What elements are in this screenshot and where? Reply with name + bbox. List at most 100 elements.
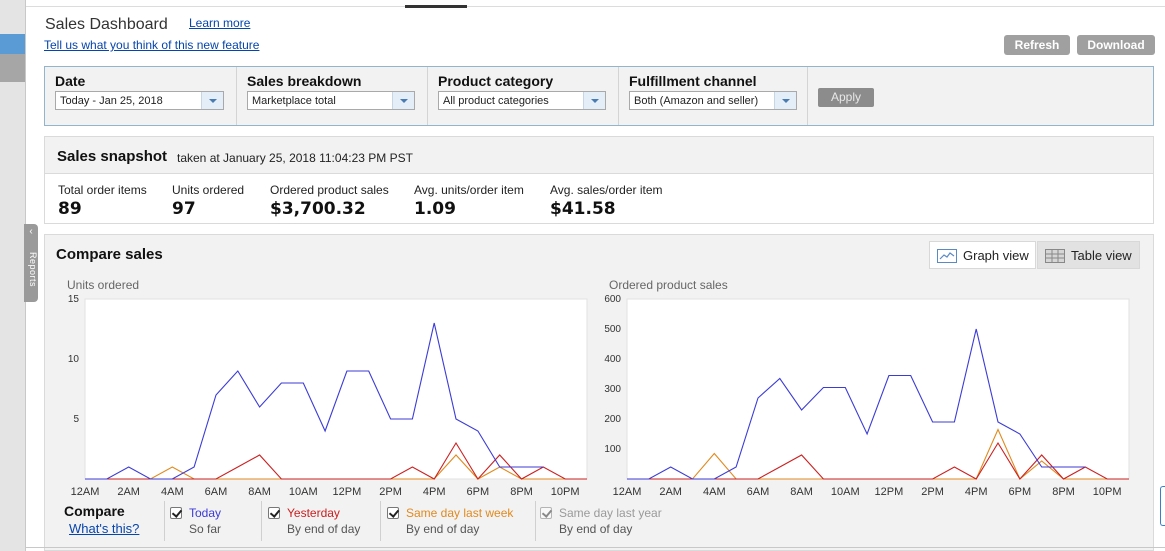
y-tick-label: 600 bbox=[604, 294, 621, 305]
y-tick-label: 100 bbox=[604, 444, 621, 455]
compare-divider bbox=[535, 501, 536, 541]
compare-series-sub: By end of day bbox=[559, 522, 633, 536]
x-tick-label: 8AM bbox=[248, 486, 271, 498]
rail-nav-item-active[interactable] bbox=[0, 34, 25, 54]
metric-avg-sales-per-order-item: Avg. sales/order item $41.58 bbox=[550, 183, 663, 219]
snapshot-title: Sales snapshot bbox=[57, 148, 168, 165]
snapshot-header: Sales snapshot taken at January 25, 2018… bbox=[45, 137, 1153, 174]
last-year-checkbox[interactable] bbox=[540, 507, 552, 519]
compare-divider bbox=[164, 501, 165, 541]
y-tick-label: 5 bbox=[73, 414, 79, 425]
feedback-side-tab[interactable] bbox=[1160, 486, 1165, 526]
compare-series-name: Same day last year bbox=[559, 506, 662, 520]
bottom-divider bbox=[26, 547, 1165, 548]
x-tick-label: 4AM bbox=[161, 486, 184, 498]
compare-series-name: Today bbox=[189, 506, 222, 520]
x-tick-label: 8PM bbox=[1052, 486, 1075, 498]
chart-title: Units ordered bbox=[67, 278, 139, 292]
select-value: Marketplace total bbox=[252, 95, 336, 107]
metric-total-order-items: Total order items 89 bbox=[58, 183, 147, 219]
filter-label: Date bbox=[55, 73, 86, 89]
x-tick-label: 12AM bbox=[71, 486, 100, 498]
reports-tab[interactable]: ‹ Reports bbox=[24, 224, 38, 302]
metric-label: Units ordered bbox=[172, 183, 245, 197]
metric-value: $41.58 bbox=[550, 199, 616, 219]
compare-series-sub: So far bbox=[189, 522, 222, 536]
chevron-down-icon[interactable] bbox=[201, 92, 223, 109]
metric-value: 97 bbox=[172, 199, 196, 219]
x-tick-label: 10PM bbox=[551, 486, 580, 498]
x-tick-label: 12PM bbox=[875, 486, 904, 498]
whats-this-link[interactable]: What's this? bbox=[69, 521, 139, 536]
x-tick-label: 10PM bbox=[1093, 486, 1122, 498]
fulfillment-channel-select[interactable]: Both (Amazon and seller) bbox=[629, 91, 797, 110]
plot-area bbox=[626, 298, 1130, 480]
feedback-link[interactable]: Tell us what you think of this new featu… bbox=[44, 38, 259, 52]
sales-dashboard-page: ‹ Reports Sales Dashboard Learn more Tel… bbox=[0, 0, 1165, 551]
compare-series-sub: By end of day bbox=[287, 522, 361, 536]
download-button[interactable]: Download bbox=[1077, 35, 1155, 55]
compare-label: Compare bbox=[64, 503, 125, 519]
select-value: All product categories bbox=[443, 95, 549, 107]
filter-label: Product category bbox=[438, 73, 554, 89]
chevron-left-icon: ‹ bbox=[29, 226, 33, 237]
rail-nav-item[interactable] bbox=[0, 54, 25, 82]
filter-bar: Date Today - Jan 25, 2018 Sales breakdow… bbox=[44, 66, 1154, 126]
x-tick-label: 4PM bbox=[965, 486, 988, 498]
metric-label: Avg. units/order item bbox=[414, 183, 524, 197]
table-icon bbox=[1045, 249, 1065, 263]
yesterday-checkbox[interactable] bbox=[268, 507, 280, 519]
compare-divider bbox=[261, 501, 262, 541]
learn-more-link[interactable]: Learn more bbox=[189, 16, 250, 30]
x-tick-label: 2PM bbox=[921, 486, 944, 498]
apply-button[interactable]: Apply bbox=[818, 88, 874, 107]
table-view-label: Table view bbox=[1071, 248, 1132, 263]
active-tab-marker bbox=[405, 5, 467, 8]
sales-breakdown-select[interactable]: Marketplace total bbox=[247, 91, 415, 110]
x-tick-label: 6AM bbox=[205, 486, 228, 498]
left-rail bbox=[0, 0, 26, 551]
chevron-down-icon[interactable] bbox=[583, 92, 605, 109]
filter-sales-breakdown: Sales breakdown Marketplace total bbox=[237, 67, 427, 125]
date-select[interactable]: Today - Jan 25, 2018 bbox=[55, 91, 224, 110]
top-divider bbox=[26, 6, 1165, 7]
y-tick-label: 200 bbox=[604, 414, 621, 425]
x-tick-label: 10AM bbox=[831, 486, 860, 498]
last-week-checkbox[interactable] bbox=[387, 507, 399, 519]
today-checkbox[interactable] bbox=[170, 507, 182, 519]
table-view-toggle[interactable]: Table view bbox=[1037, 241, 1140, 269]
x-tick-label: 2AM bbox=[117, 486, 140, 498]
y-tick-label: 10 bbox=[68, 354, 80, 365]
y-tick-label: 300 bbox=[604, 384, 621, 395]
refresh-button[interactable]: Refresh bbox=[1004, 35, 1070, 55]
plot-area bbox=[84, 298, 588, 480]
chart-title: Ordered product sales bbox=[609, 278, 728, 292]
x-tick-label: 4AM bbox=[703, 486, 726, 498]
graph-view-label: Graph view bbox=[963, 248, 1029, 263]
product-category-select[interactable]: All product categories bbox=[438, 91, 606, 110]
y-tick-label: 15 bbox=[68, 294, 80, 305]
x-tick-label: 6PM bbox=[467, 486, 490, 498]
compare-series-name: Yesterday bbox=[287, 506, 340, 520]
x-tick-label: 8PM bbox=[510, 486, 533, 498]
chevron-down-icon[interactable] bbox=[774, 92, 796, 109]
x-tick-label: 12AM bbox=[613, 486, 642, 498]
filter-date: Date Today - Jan 25, 2018 bbox=[45, 67, 236, 125]
metric-value: 89 bbox=[58, 199, 82, 219]
ordered-product-sales-chart: Ordered product sales 100 200 300 400 500 600 1… bbox=[604, 278, 1130, 498]
line-chart-icon bbox=[937, 249, 957, 263]
graph-view-toggle[interactable]: Graph view bbox=[929, 241, 1036, 269]
y-tick-label: 500 bbox=[604, 324, 621, 335]
x-tick-label: 6AM bbox=[747, 486, 770, 498]
x-tick-label: 2AM bbox=[659, 486, 682, 498]
metric-ordered-product-sales: Ordered product sales $3,700.32 bbox=[270, 183, 389, 219]
filter-label: Fulfillment channel bbox=[629, 73, 757, 89]
compare-sales-panel: Compare sales Graph view Table view Unit… bbox=[44, 234, 1154, 551]
x-tick-label: 8AM bbox=[790, 486, 813, 498]
x-tick-label: 4PM bbox=[423, 486, 446, 498]
filter-fulfillment-channel: Fulfillment channel Both (Amazon and sel… bbox=[619, 67, 807, 125]
chevron-down-icon[interactable] bbox=[392, 92, 414, 109]
page-title: Sales Dashboard bbox=[45, 16, 168, 33]
filter-product-category: Product category All product categories bbox=[428, 67, 618, 125]
metric-label: Avg. sales/order item bbox=[550, 183, 663, 197]
